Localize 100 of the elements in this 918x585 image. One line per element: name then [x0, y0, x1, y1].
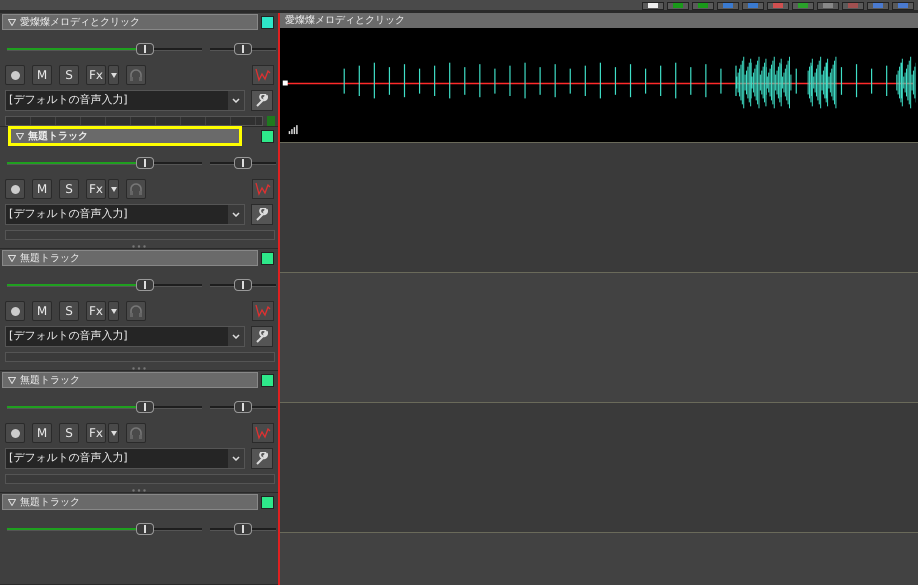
settings-button[interactable] — [251, 326, 273, 347]
toolbar-icon — [773, 3, 783, 8]
track-color-swatch[interactable] — [262, 496, 273, 508]
slider-thumb[interactable] — [136, 401, 154, 413]
settings-button[interactable] — [251, 448, 273, 469]
slider-thumb[interactable] — [234, 401, 252, 413]
curve-icon — [255, 304, 271, 318]
track-header[interactable]: 無題トラック — [10, 128, 240, 144]
toolbar-icon — [723, 3, 733, 8]
input-dropdown[interactable]: [デフォルトの音声入力] — [5, 204, 245, 225]
automation-button[interactable] — [252, 423, 274, 443]
mute-button[interactable]: M — [32, 179, 52, 199]
slider-thumb[interactable] — [136, 279, 154, 291]
slider-thumb[interactable] — [136, 43, 154, 55]
fx-dropdown-button[interactable] — [108, 179, 119, 199]
toolbar-icon — [823, 3, 833, 8]
mute-button[interactable]: M — [32, 65, 52, 85]
fx-button[interactable]: Fx — [86, 65, 106, 85]
solo-button[interactable]: S — [59, 179, 79, 199]
headphones-button[interactable] — [126, 301, 146, 321]
collapse-triangle-icon[interactable] — [8, 498, 16, 506]
audio-clip[interactable]: 愛燦燦メロディとクリック — [280, 13, 918, 142]
slider-thumb[interactable] — [136, 523, 154, 535]
headphones-icon — [129, 426, 143, 440]
headphones-icon — [129, 182, 143, 196]
fx-dropdown-button[interactable] — [108, 301, 119, 321]
resize-handle-icon[interactable] — [132, 489, 146, 492]
headphones-button[interactable] — [126, 65, 146, 85]
record-button[interactable] — [5, 65, 25, 85]
volume-slider[interactable] — [7, 156, 202, 170]
collapse-triangle-icon[interactable] — [8, 376, 16, 384]
pan-slider[interactable] — [210, 156, 276, 170]
automation-button[interactable] — [252, 301, 274, 321]
fx-dropdown-button[interactable] — [108, 65, 119, 85]
mute-button[interactable]: M — [32, 423, 52, 443]
track-color-swatch[interactable] — [262, 252, 273, 264]
track-header[interactable]: 無題トラック — [2, 372, 258, 388]
pan-slider[interactable] — [210, 400, 276, 414]
input-dropdown[interactable]: [デフォルトの音声入力] — [5, 448, 245, 469]
record-icon — [10, 428, 20, 438]
wrench-icon — [255, 452, 269, 466]
slider-thumb[interactable] — [234, 43, 252, 55]
toolbar-icon — [848, 3, 858, 8]
track-header[interactable]: 無題トラック — [2, 250, 258, 266]
track-name: 無題トラック — [28, 130, 88, 144]
track-color-swatch[interactable] — [262, 374, 273, 386]
resize-handle-icon[interactable] — [132, 245, 146, 248]
record-button[interactable] — [5, 301, 25, 321]
caret-down-icon — [110, 186, 116, 192]
fx-button[interactable]: Fx — [86, 179, 106, 199]
chevron-down-icon — [232, 334, 240, 339]
headphones-icon — [129, 68, 143, 82]
track-color-swatch[interactable] — [262, 130, 273, 142]
resize-handle-icon[interactable] — [132, 367, 146, 370]
slider-thumb[interactable] — [234, 157, 252, 169]
caret-down-icon — [110, 430, 116, 436]
track-name: 無題トラック — [20, 252, 80, 266]
pan-slider[interactable] — [210, 42, 276, 56]
toolbar-button[interactable] — [642, 2, 664, 10]
record-button[interactable] — [5, 423, 25, 443]
input-dropdown[interactable]: [デフォルトの音声入力] — [5, 90, 245, 111]
solo-button[interactable]: S — [59, 423, 79, 443]
volume-slider[interactable] — [7, 278, 202, 292]
curve-icon — [255, 68, 271, 82]
record-button[interactable] — [5, 179, 25, 199]
toolbar-icon — [698, 3, 708, 8]
chevron-down-icon — [232, 212, 240, 217]
volume-slider[interactable] — [7, 42, 202, 56]
pan-slider[interactable] — [210, 278, 276, 292]
automation-button[interactable] — [252, 179, 274, 199]
headphones-button[interactable] — [126, 179, 146, 199]
input-dropdown[interactable]: [デフォルトの音声入力] — [5, 326, 245, 347]
headphones-button[interactable] — [126, 423, 146, 443]
fx-dropdown-button[interactable] — [108, 423, 119, 443]
collapse-triangle-icon[interactable] — [8, 18, 16, 26]
fx-button[interactable]: Fx — [86, 301, 106, 321]
fx-button[interactable]: Fx — [86, 423, 106, 443]
mute-button[interactable]: M — [32, 301, 52, 321]
settings-button[interactable] — [251, 204, 273, 225]
toolbar-icon — [898, 3, 908, 8]
collapse-triangle-icon[interactable] — [8, 254, 16, 262]
volume-slider[interactable] — [7, 400, 202, 414]
track-header[interactable]: 無題トラック — [2, 494, 258, 510]
wrench-icon — [255, 330, 269, 344]
curve-icon — [255, 426, 271, 440]
solo-button[interactable]: S — [59, 301, 79, 321]
track-color-swatch[interactable] — [262, 16, 273, 28]
pan-slider[interactable] — [210, 522, 276, 536]
slider-thumb[interactable] — [234, 279, 252, 291]
solo-button[interactable]: S — [59, 65, 79, 85]
record-icon — [10, 184, 20, 194]
slider-thumb[interactable] — [136, 157, 154, 169]
settings-button[interactable] — [251, 90, 273, 111]
slider-thumb[interactable] — [234, 523, 252, 535]
collapse-triangle-icon[interactable] — [16, 132, 24, 140]
automation-button[interactable] — [252, 65, 274, 85]
toolbar-icon — [648, 3, 658, 8]
track-name: 愛燦燦メロディとクリック — [20, 16, 140, 30]
volume-slider[interactable] — [7, 522, 202, 536]
track-header[interactable]: 愛燦燦メロディとクリック — [2, 14, 258, 30]
